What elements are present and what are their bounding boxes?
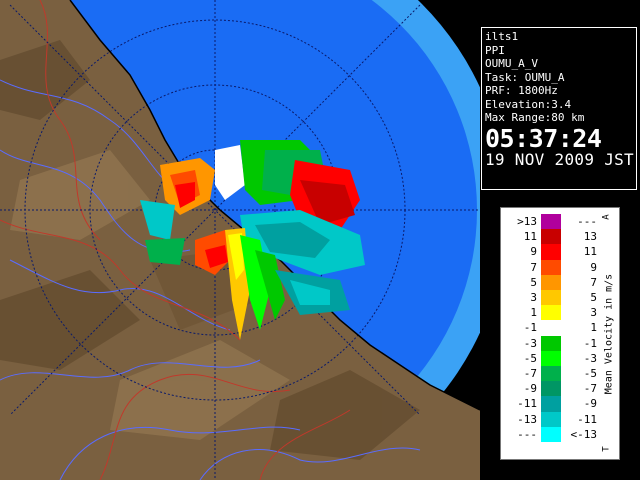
product-id: OUMU_A_V	[485, 57, 538, 70]
prf-value: PRF: 1800Hz	[485, 84, 558, 97]
legend-upper-bound: 3	[590, 306, 597, 320]
legend-upper-bound: -11	[577, 412, 597, 426]
legend-lower-bound: -7	[523, 367, 537, 380]
legend-upper-bound: 13	[583, 230, 597, 244]
legend-upper-bound: 5	[590, 291, 597, 304]
legend-color-swatch	[541, 244, 561, 260]
legend-upper-bound: 9	[590, 260, 597, 274]
legend-color-swatch	[541, 229, 561, 245]
legend-lower-bound: -9	[523, 382, 537, 396]
legend-color-swatch	[541, 214, 561, 230]
legend-lower-bound: 3	[530, 291, 537, 304]
observation-date: 19 NOV 2009 JST	[485, 149, 634, 169]
legend-lower-bound: 5	[530, 275, 537, 289]
legend-upper-bound: -9	[583, 397, 597, 411]
legend-color-swatch	[541, 381, 561, 397]
station-name: ilts1	[485, 30, 519, 43]
legend-lower-bound: 11	[523, 230, 537, 244]
legend-lower-bound: 1	[530, 306, 537, 320]
legend-upper-bound: 11	[583, 245, 597, 259]
legend-upper-bound: <-13	[570, 427, 598, 441]
legend-color-swatch	[541, 350, 561, 366]
legend-lower-bound: -1	[523, 321, 537, 335]
legend-bottom-mark: T	[601, 446, 612, 452]
legend-color-swatch	[541, 305, 561, 321]
legend-title-text: Mean Velocity in m/s	[603, 273, 614, 394]
legend-top-mark: A	[601, 214, 612, 220]
velocity-legend: >13 --- 11 13 9 11 7 9 5 7 3 5 1 3 -1 1 -3 -1 -5 -3 -7 -5 -9 -7…	[500, 207, 620, 460]
legend-upper-bound: 1	[590, 321, 597, 335]
legend-color-swatch	[541, 366, 561, 382]
product-type: PPI	[485, 43, 505, 57]
legend-color-swatch	[541, 320, 561, 336]
legend-lower-bound: -11	[517, 397, 537, 411]
elevation-value: Elevation:3.4	[485, 97, 572, 111]
radar-display-screen: ilts1 PPI OUMU_A_V Task: OUMU_A PRF: 180…	[0, 0, 640, 480]
legend-color-swatch	[541, 274, 561, 290]
legend-color-swatch	[541, 426, 561, 442]
legend-upper-bound: -5	[583, 367, 597, 380]
legend-lower-bound: -3	[523, 336, 537, 350]
max-range-value: Max Range:80 km	[485, 111, 585, 124]
legend-lower-bound: 9	[530, 245, 537, 259]
radar-info-panel: ilts1 PPI OUMU_A_V Task: OUMU_A PRF: 180…	[481, 27, 637, 190]
legend-lower-bound: >13	[517, 215, 537, 228]
legend-color-swatch	[541, 396, 561, 412]
legend-title: Mean Velocity in m/s	[598, 208, 619, 459]
legend-upper-bound: -3	[583, 351, 597, 365]
legend-upper-bound: 7	[590, 275, 597, 289]
legend-upper-bound: ---	[577, 215, 597, 228]
task-name: Task: OUMU_A	[485, 70, 565, 84]
radar-ppi-view[interactable]	[0, 0, 480, 480]
legend-color-swatch	[541, 290, 561, 306]
legend-lower-bound: 7	[530, 260, 537, 274]
observation-time: 05:37:24	[485, 123, 602, 153]
legend-color-swatch	[541, 411, 561, 427]
legend-upper-bound: -1	[583, 336, 597, 350]
legend-lower-bound: -5	[523, 351, 537, 365]
legend-upper-bound: -7	[583, 382, 597, 396]
legend-lower-bound: ---	[517, 427, 537, 441]
legend-lower-bound: -13	[517, 412, 537, 426]
legend-color-swatch	[541, 335, 561, 351]
legend-color-swatch	[541, 259, 561, 275]
